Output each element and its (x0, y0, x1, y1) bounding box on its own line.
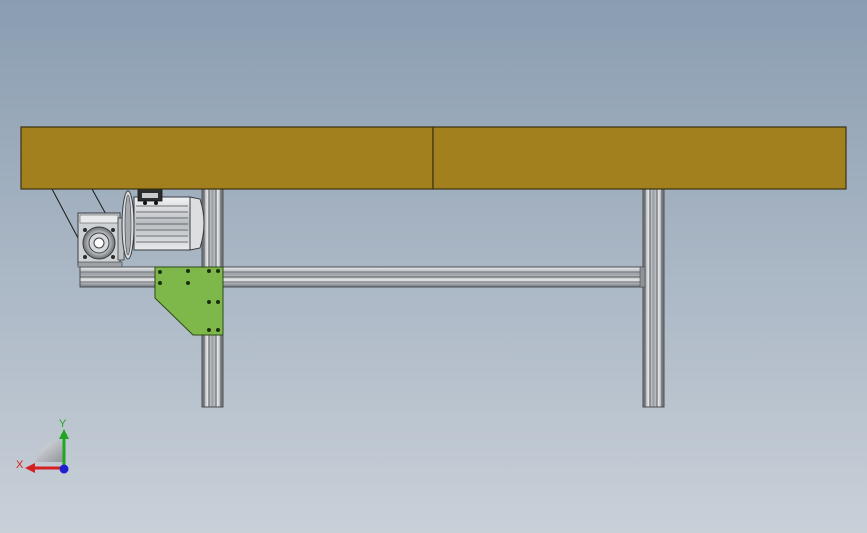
belt-section-left[interactable] (20, 126, 434, 190)
cad-viewport[interactable]: X Y (0, 0, 867, 533)
rail-leg-joint (639, 266, 646, 288)
triad-z-axis (59, 464, 69, 474)
motor-fan-cover (189, 196, 205, 251)
support-leg-right[interactable] (642, 188, 665, 408)
belt-section-right[interactable] (432, 126, 847, 190)
conveyor-belt[interactable] (20, 126, 847, 190)
worm-gear-reducer[interactable] (77, 212, 123, 268)
triad-x-label: X (16, 459, 24, 471)
triad-y-label: Y (59, 418, 67, 430)
